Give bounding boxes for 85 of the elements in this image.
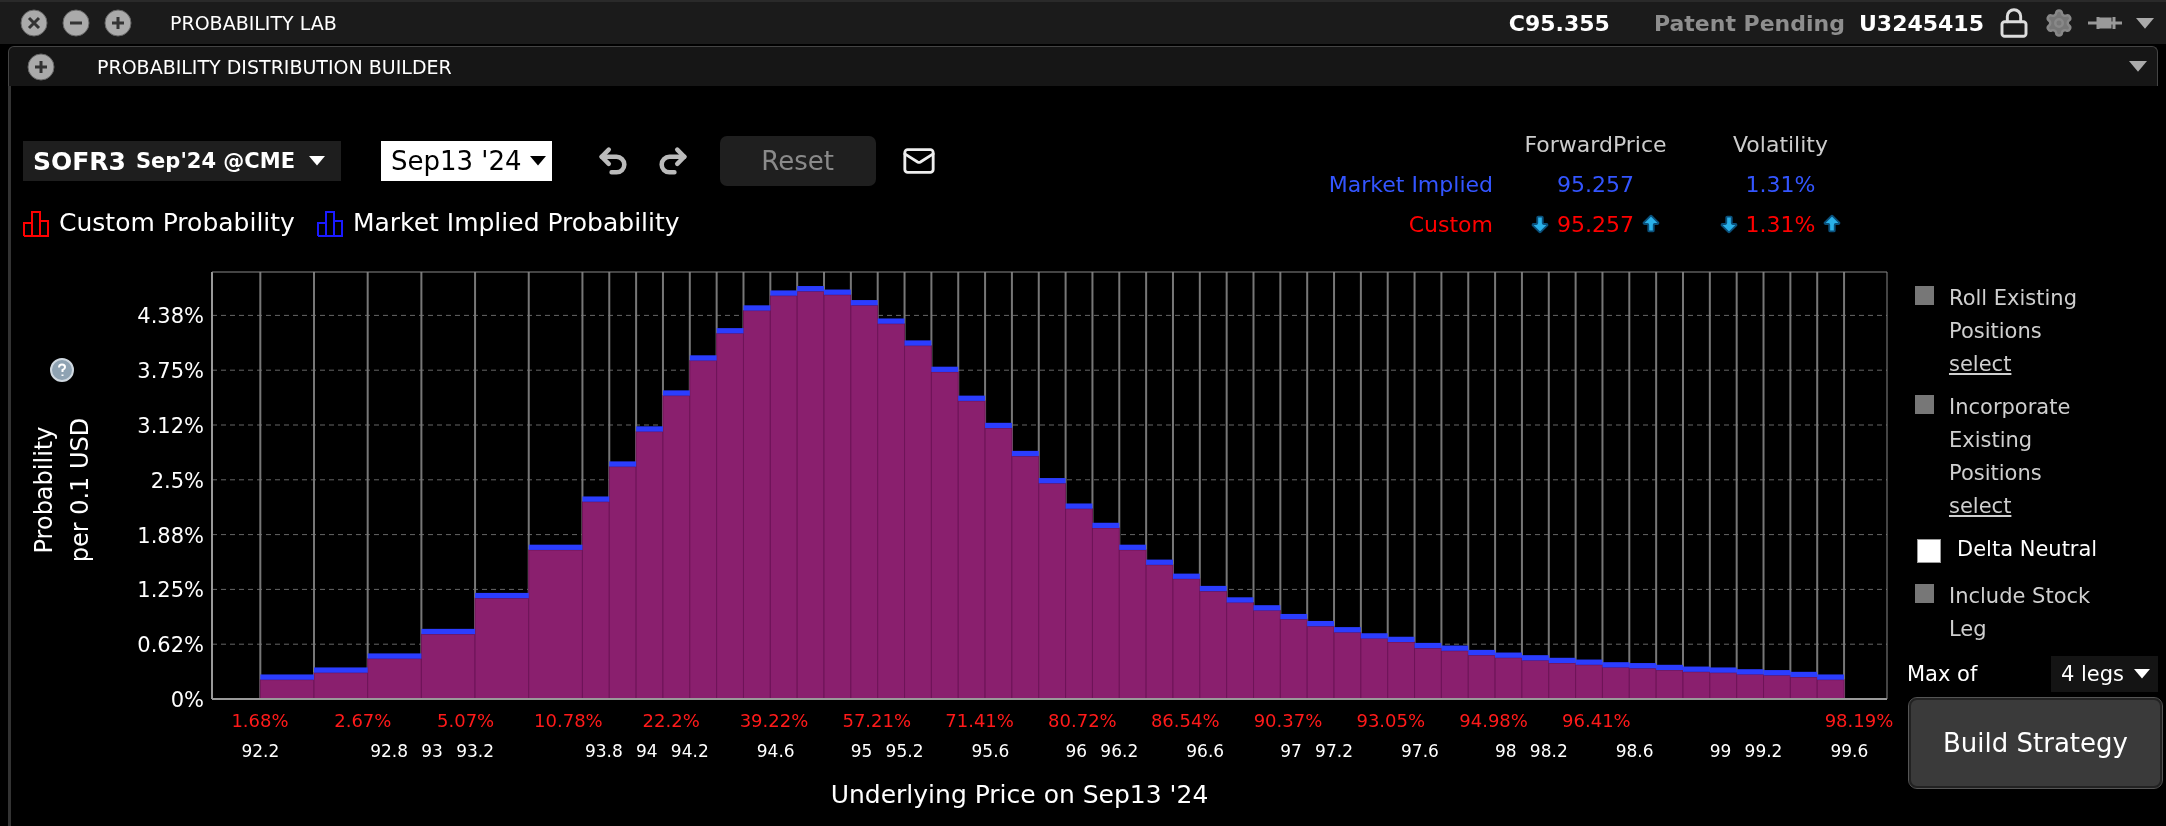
caret-icon [2134, 669, 2150, 679]
cumulative-label: 10.78% [534, 710, 603, 731]
axis-label: 96.2 [1100, 741, 1139, 761]
checkbox[interactable] [1917, 539, 1941, 563]
axis-label: 3.75% [137, 359, 204, 384]
cumulative-label: 2.67% [334, 710, 392, 731]
stat-value: 1.31% [1745, 171, 1816, 197]
axis-label: 94.6 [756, 741, 795, 761]
decrease-arrow-icon[interactable] [1529, 213, 1551, 235]
account-id: U3245415 [1858, 10, 1984, 36]
caret-icon [309, 156, 325, 166]
axis-label: 99 [1709, 741, 1732, 761]
axis-label: 95.6 [971, 741, 1010, 761]
stat-value: 95.257 [1557, 171, 1634, 197]
caret-icon [2136, 17, 2154, 29]
axis-label: 93.8 [584, 741, 623, 761]
axis-label: 92.8 [370, 741, 409, 761]
axis-label: 94.2 [670, 741, 709, 761]
axis-label: 94 [636, 741, 658, 761]
help-icon[interactable] [50, 358, 74, 382]
stat-value: 1.31% [1745, 211, 1816, 237]
axis-label: 92.2 [241, 741, 280, 761]
cumulative-label: 90.37% [1253, 710, 1323, 731]
lock-icon[interactable] [1998, 7, 2030, 40]
legend-label: Custom Probability [59, 208, 295, 237]
caret-icon [529, 156, 546, 166]
legs-dropdown[interactable]: 4 legs [2050, 656, 2158, 692]
axis-label: 96.6 [1186, 741, 1225, 761]
cumulative-label: 94.98% [1459, 710, 1528, 731]
panel-title: PROBABILITY DISTRIBUTION BUILDER [97, 55, 453, 78]
axis-label: 96 [1065, 741, 1088, 761]
cumulative-label: 93.05% [1356, 710, 1426, 731]
symbol-dropdown[interactable]: SOFR3 Sep'24 @CME [23, 141, 341, 181]
increase-arrow-icon[interactable] [1640, 213, 1662, 235]
cumulative-label: 5.07% [437, 710, 495, 731]
axis-label: 98 [1495, 741, 1517, 761]
cumulative-label: 98.19% [1824, 710, 1894, 731]
expand-button[interactable] [27, 52, 55, 81]
window-title: PROBABILITY LAB [170, 12, 338, 35]
cumulative-label: 22.2% [642, 710, 700, 731]
column-header: Volatility [1732, 131, 1829, 157]
axis-label: 0.62% [137, 633, 204, 658]
price-quote: C95.355 [1508, 10, 1610, 36]
axis-label: 95 [850, 741, 873, 761]
max-legs-label: Max of [1907, 660, 1978, 688]
date-dropdown[interactable]: Sep13 '24 [381, 141, 552, 181]
expand-button[interactable] [104, 9, 132, 38]
cumulative-label: 39.22% [739, 710, 809, 731]
cumulative-label: 57.21% [842, 710, 912, 731]
axis-title: Underlying Price on Sep13 '24 [830, 780, 1209, 809]
axis-label: 99.2 [1744, 741, 1783, 761]
axis-label: 2.5% [150, 468, 204, 493]
cumulative-label: 71.41% [945, 710, 1014, 731]
axis-label: 97 [1280, 741, 1302, 761]
axis-label: 95.2 [885, 741, 924, 761]
cumulative-label: 1.68% [231, 710, 289, 731]
build-strategy-button[interactable]: Build Strategy [1909, 698, 2162, 788]
axis-label: 98.6 [1615, 741, 1654, 761]
minimize-button[interactable] [62, 9, 90, 38]
axis-title: Probability per 0.1 USD [29, 416, 95, 565]
row-label: Market Implied [1327, 171, 1493, 197]
row-label: Custom [1407, 211, 1493, 237]
stat-value: 95.257 [1557, 211, 1634, 237]
axis-label: 99.6 [1830, 741, 1869, 761]
settings-icon[interactable] [2044, 8, 2074, 39]
axis-label: 97.6 [1401, 741, 1439, 761]
axis-label: 1.88% [137, 523, 204, 548]
option-label: Delta Neutral [1956, 536, 2099, 563]
axis-label: 93.2 [456, 741, 494, 761]
axis-label: 98.2 [1529, 741, 1568, 761]
axis-label: 3.12% [137, 414, 204, 438]
cumulative-label: 96.41% [1562, 710, 1631, 731]
axis-label: 97.2 [1315, 741, 1353, 761]
option-label: Include Stock Leg [1949, 583, 2092, 643]
legend-label: Market Implied Probability [352, 208, 680, 237]
cumulative-label: 80.72% [1048, 710, 1117, 731]
patent-label: Patent Pending [1653, 10, 1845, 36]
caret-icon [2129, 61, 2147, 73]
axis-label: 4.38% [137, 304, 204, 329]
column-header: ForwardPrice [1523, 131, 1668, 157]
axis-label: 0% [170, 688, 204, 712]
axis-label: 1.25% [137, 578, 204, 603]
close-button[interactable] [20, 9, 48, 38]
axis-label: 93 [421, 741, 443, 761]
cumulative-label: 86.54% [1150, 710, 1220, 731]
